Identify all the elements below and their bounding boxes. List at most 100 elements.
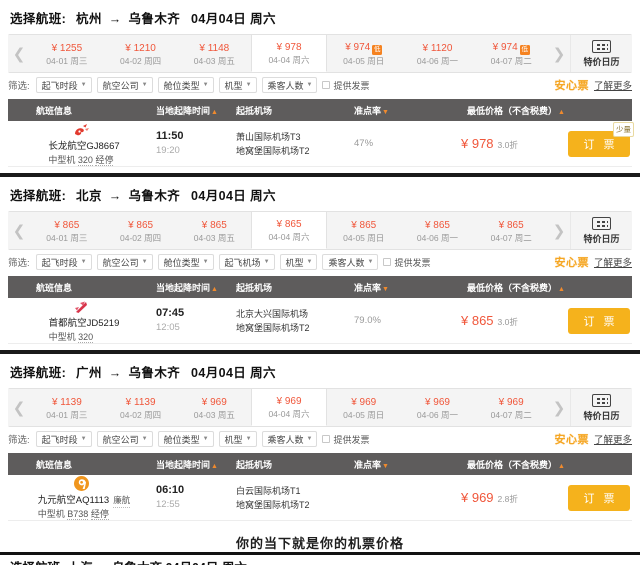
table-row[interactable]: 九元航空AQ1113 廉航 中型机 B738 经停 06:10 12:55 白云国… — [8, 475, 632, 521]
col-local-time[interactable]: 当地起降时间▲ — [156, 458, 236, 471]
checkbox-icon[interactable] — [322, 81, 331, 89]
calendar-label: 特价日历 — [583, 233, 620, 244]
col-airports: 起抵机场 — [236, 459, 273, 470]
results-table-header-2: 航班信息 当地起降时间▲ 起抵机场 准点率▼ 最低价格（不含税费）▲ — [8, 276, 632, 298]
date-tab[interactable]: ¥ 969 04-03 周五 — [177, 389, 251, 426]
date-tab[interactable]: ¥ 969 04-07 周二 — [474, 389, 548, 426]
col-punctuality[interactable]: 准点率▼ — [354, 104, 459, 117]
flight-section-guangzhou: 选择航班: 广州 → 乌鲁木齐 04月04日 周六 ❮ ¥ 1139 04-01… — [0, 354, 640, 521]
date-tab[interactable]: ¥ 1120 04-06 周一 — [401, 35, 475, 72]
special-price-calendar-button[interactable]: 特价日历 — [570, 212, 632, 249]
airports-cell: 萧山国际机场T3 地窝堡国际机场T2 — [236, 130, 354, 158]
aircraft-model: B738 — [67, 509, 89, 520]
flight-info-cell: 首都航空JD5219 中型机 320 — [8, 298, 156, 344]
date-tab-label: 04-07 周二 — [490, 56, 532, 66]
flight-date: 04月04日 周六 — [191, 189, 276, 203]
calendar-label: 特价日历 — [583, 56, 620, 67]
filter-passenger-count[interactable]: 乘客人数 ▼ — [322, 254, 379, 270]
book-cell: 订 票 少量 — [550, 121, 634, 157]
arrival-time: 12:55 — [156, 499, 180, 510]
date-price-strip-3: ❮ ¥ 1139 04-01 周三 ¥ 1139 04-02 周四 ¥ 969 … — [8, 388, 632, 427]
destination-city: 乌鲁木齐 — [128, 189, 181, 203]
flight-date: 04月04日 周六 — [191, 366, 276, 380]
date-tab[interactable]: ¥ 865 04-03 周五 — [177, 212, 251, 249]
filter-departure-time[interactable]: 起飞时段 ▼ — [35, 77, 92, 93]
date-tab-label: 04-05 周日 — [343, 409, 385, 420]
date-price-strip-1: ❮ ¥ 1255 04-01 周三 ¥ 1210 04-02 周四 ¥ 1148… — [8, 34, 632, 73]
next-dates-button[interactable]: ❯ — [548, 212, 570, 249]
page-title-3: 选择航班: 广州 → 乌鲁木齐 04月04日 周六 — [0, 354, 640, 388]
date-tab[interactable]: ¥ 865 04-07 周二 — [474, 212, 548, 249]
date-tab[interactable]: ¥ 1210 04-02 周四 — [104, 35, 178, 72]
filter-invoice-checkbox[interactable]: 提供发票 — [383, 256, 430, 269]
date-tab-selected[interactable]: ¥ 969 04-04 周六 — [251, 389, 327, 426]
flight-info-cell: 长龙航空GJ8667 中型机 320 经停 — [8, 121, 156, 167]
book-button[interactable]: 订 票 — [568, 484, 630, 511]
checkbox-icon[interactable] — [322, 435, 331, 443]
filter-aircraft-type[interactable]: 机型 ▼ — [218, 431, 257, 447]
date-tab[interactable]: ¥ 1139 04-01 周三 — [30, 389, 104, 426]
date-tab[interactable]: ¥ 1255 04-01 周三 — [30, 35, 104, 72]
flight-info-cell: 九元航空AQ1113 廉航 中型机 B738 经停 — [8, 474, 156, 521]
filter-aircraft-type[interactable]: 机型 ▼ — [279, 254, 318, 270]
date-tab-price: ¥ 969 — [498, 396, 524, 408]
date-tab[interactable]: ¥ 1148 04-03 周五 — [177, 35, 251, 72]
checkbox-icon[interactable] — [383, 258, 392, 266]
filter-invoice-checkbox[interactable]: 提供发票 — [322, 433, 370, 446]
calendar-icon — [592, 216, 611, 230]
col-punctuality[interactable]: 准点率▼ — [354, 281, 459, 294]
filter-departure-time[interactable]: 起飞时段 ▼ — [35, 431, 92, 447]
date-tab-price: ¥ 974 低 — [345, 42, 383, 55]
filter-airline[interactable]: 航空公司 ▼ — [96, 254, 153, 270]
col-local-time[interactable]: 当地起降时间▲ — [156, 281, 236, 294]
learn-more-link[interactable]: 了解更多 — [594, 78, 632, 92]
filter-departure-time[interactable]: 起飞时段 ▼ — [35, 254, 92, 270]
filter-passenger-count[interactable]: 乘客人数 ▼ — [261, 77, 318, 93]
date-tab-selected[interactable]: ¥ 865 04-04 周六 — [251, 212, 327, 249]
prev-dates-button[interactable]: ❮ — [8, 35, 30, 72]
date-tab[interactable]: ¥ 969 04-06 周一 — [401, 389, 475, 426]
next-dates-button[interactable]: ❯ — [548, 35, 570, 72]
few-seats-badge: 少量 — [613, 121, 634, 137]
next-dates-button[interactable]: ❯ — [548, 389, 570, 426]
filter-passenger-count[interactable]: 乘客人数 ▼ — [261, 431, 318, 447]
date-tab[interactable]: ¥ 865 04-05 周日 — [327, 212, 401, 249]
table-row[interactable]: 长龙航空GJ8667 中型机 320 经停 11:50 19:20 萧山国际机场… — [8, 121, 634, 167]
date-tab[interactable]: ¥ 1139 04-02 周四 — [104, 389, 178, 426]
prev-dates-button[interactable]: ❮ — [8, 389, 30, 426]
col-punctuality[interactable]: 准点率▼ — [354, 458, 459, 471]
prev-dates-button[interactable]: ❮ — [8, 212, 30, 249]
col-lowest-price[interactable]: 最低价格（不含税费）▲ — [459, 281, 632, 294]
special-price-calendar-button[interactable]: 特价日历 — [570, 35, 632, 72]
filter-cabin-class[interactable]: 舱位类型 ▼ — [157, 431, 214, 447]
filter-invoice-checkbox[interactable]: 提供发票 — [322, 79, 370, 92]
date-tab-selected[interactable]: ¥ 978 04-04 周六 — [251, 35, 327, 72]
destination-city: 乌鲁木齐 — [128, 366, 181, 380]
col-lowest-price[interactable]: 最低价格（不含税费）▲ — [459, 458, 632, 471]
date-tab[interactable]: ¥ 865 04-01 周三 — [30, 212, 104, 249]
special-price-calendar-button[interactable]: 特价日历 — [570, 389, 632, 426]
filter-cabin-class[interactable]: 舱位类型 ▼ — [157, 77, 214, 93]
capital-airlines-logo — [72, 298, 91, 317]
col-local-time[interactable]: 当地起降时间▲ — [156, 104, 236, 117]
date-tab[interactable]: ¥ 974 低 04-07 周二 — [474, 35, 548, 72]
filter-airline[interactable]: 航空公司 ▼ — [96, 77, 153, 93]
table-row[interactable]: 首都航空JD5219 中型机 320 07:45 12:05 北京大兴国际机场 … — [8, 298, 632, 344]
filter-airline[interactable]: 航空公司 ▼ — [96, 431, 153, 447]
learn-more-link[interactable]: 了解更多 — [594, 432, 632, 446]
date-tab[interactable]: ¥ 969 04-05 周日 — [327, 389, 401, 426]
date-tab[interactable]: ¥ 974 低 04-05 周日 — [327, 35, 401, 72]
filter-aircraft-type[interactable]: 机型 ▼ — [218, 77, 257, 93]
book-button[interactable]: 订 票 — [568, 307, 630, 334]
filter-cabin-class[interactable]: 舱位类型 ▼ — [157, 254, 214, 270]
date-tab[interactable]: ¥ 865 04-02 周四 — [104, 212, 178, 249]
date-tab-label: 04-06 周一 — [416, 232, 458, 243]
col-lowest-price[interactable]: 最低价格（不含税费）▲ — [459, 104, 632, 117]
filter-departure-airport[interactable]: 起飞机场 ▼ — [218, 254, 275, 270]
date-tab[interactable]: ¥ 865 04-06 周一 — [401, 212, 475, 249]
chevron-down-icon: ▼ — [202, 259, 209, 265]
departure-time: 07:45 — [156, 307, 185, 319]
airline-and-flight-number: 长龙航空GJ8667 — [48, 140, 120, 152]
learn-more-link[interactable]: 了解更多 — [594, 255, 632, 269]
date-tab-price: ¥ 978 — [276, 42, 302, 53]
